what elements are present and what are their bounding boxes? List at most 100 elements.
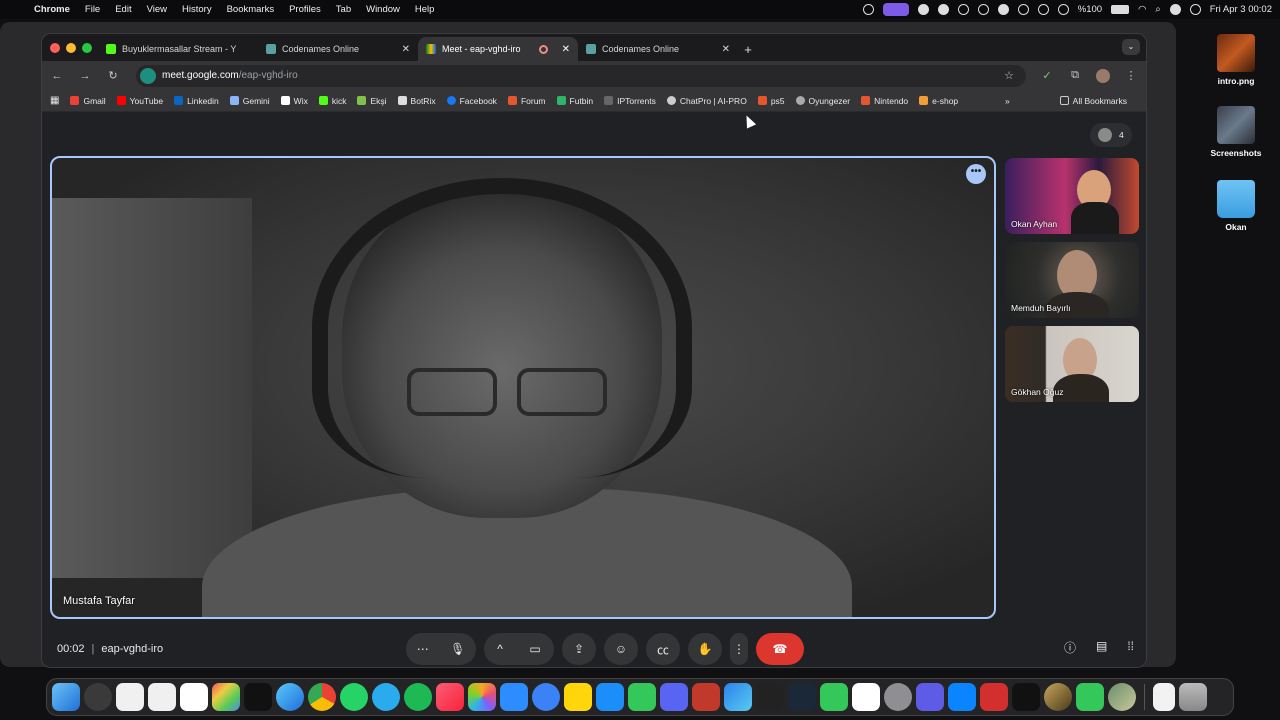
camera-control[interactable]: ^ ▭: [484, 633, 554, 665]
profile-avatar[interactable]: [1096, 68, 1110, 83]
close-tab-icon[interactable]: ✕: [402, 44, 410, 55]
telegram-tray-icon[interactable]: [937, 4, 949, 15]
bookmark-forum[interactable]: Forum: [507, 96, 546, 106]
bookmark-youtube[interactable]: YouTube: [116, 96, 163, 106]
menu-history[interactable]: History: [182, 4, 212, 15]
minimize-window-button[interactable]: [66, 43, 76, 53]
notes-icon[interactable]: [564, 683, 592, 711]
tray-app-icon[interactable]: [957, 4, 969, 15]
reactions-button[interactable]: ☺: [604, 633, 638, 665]
dock-app-icon[interactable]: [756, 683, 784, 711]
bookmark-ps5[interactable]: ps5: [757, 96, 785, 106]
tab-stream[interactable]: Buyuklermasallar Stream - Y: [98, 37, 258, 61]
dock-app-icon[interactable]: [532, 683, 560, 711]
forward-icon[interactable]: →: [78, 69, 92, 83]
bookmark-facebook[interactable]: Facebook: [446, 96, 497, 106]
steam-icon[interactable]: [788, 683, 816, 711]
league-icon[interactable]: [1044, 683, 1072, 711]
bookmark-wix[interactable]: Wix: [280, 96, 308, 106]
close-tab-icon[interactable]: ✕: [562, 44, 570, 55]
tray-app-icon[interactable]: [917, 4, 929, 15]
discord-icon[interactable]: [660, 683, 688, 711]
telegram-icon[interactable]: [372, 683, 400, 711]
siri-icon[interactable]: [1169, 4, 1181, 15]
safari-icon[interactable]: [276, 683, 304, 711]
trash-icon[interactable]: [1179, 683, 1207, 711]
tab-search-button[interactable]: ⌄: [1122, 39, 1140, 55]
dock-app-icon[interactable]: [84, 683, 112, 711]
dock-document-icon[interactable]: [1153, 683, 1175, 711]
tab-codenames-1[interactable]: Codenames Online ✕: [258, 37, 418, 61]
tray-app-icon[interactable]: [977, 4, 989, 15]
site-info-icon[interactable]: [140, 67, 156, 84]
more-options-button[interactable]: ⋮: [730, 633, 748, 665]
phone-icon[interactable]: [1076, 683, 1104, 711]
reload-icon[interactable]: ↻: [106, 69, 120, 83]
system-settings-icon[interactable]: [884, 683, 912, 711]
photos-icon[interactable]: [468, 683, 496, 711]
facetime-icon[interactable]: [820, 683, 848, 711]
participant-tile[interactable]: Gökhan Oğuz: [1005, 326, 1139, 402]
tray-app-icon[interactable]: [862, 4, 874, 15]
meeting-details-icon[interactable]: ⓘ: [1064, 639, 1076, 656]
present-screen-button[interactable]: ⇪: [562, 633, 596, 665]
music-icon[interactable]: [436, 683, 464, 711]
battery-percent[interactable]: %100: [1078, 4, 1102, 15]
dock-app-icon[interactable]: [1108, 683, 1136, 711]
participant-tile[interactable]: Okan Ayhan: [1005, 158, 1139, 234]
zoom-icon[interactable]: [500, 683, 528, 711]
screen-share-indicator-icon[interactable]: [882, 3, 909, 16]
new-tab-button[interactable]: +: [738, 37, 758, 61]
bookmark-eksi[interactable]: Ekşi: [357, 96, 387, 106]
menu-help[interactable]: Help: [415, 4, 435, 15]
chrome-icon[interactable]: [308, 683, 336, 711]
control-center-icon[interactable]: [1189, 4, 1201, 15]
chatgpt-icon[interactable]: [244, 683, 272, 711]
dock-app-icon[interactable]: [724, 683, 752, 711]
yandex-icon[interactable]: [148, 683, 176, 711]
tile-more-options-icon[interactable]: •••: [966, 164, 986, 184]
desktop-icon-screenshots[interactable]: Screenshots: [1201, 106, 1271, 158]
menu-file[interactable]: File: [85, 4, 100, 15]
chat-icon[interactable]: ▤: [1096, 639, 1107, 656]
bookmark-chatpro[interactable]: ChatPro | AI-PRO: [666, 96, 747, 106]
more-audio-options-icon[interactable]: ⋯: [417, 642, 429, 656]
finder-icon[interactable]: [52, 683, 80, 711]
desktop-icon-intro[interactable]: intro.png: [1201, 34, 1271, 86]
wifi-icon[interactable]: ◠: [1138, 4, 1146, 15]
microphone-icon[interactable]: 🎙: [450, 642, 465, 656]
yandex-icon[interactable]: [116, 683, 144, 711]
moon-icon[interactable]: [997, 4, 1009, 15]
bookmark-gmail[interactable]: Gmail: [70, 96, 106, 106]
address-bar[interactable]: meet.google.com /eap-vghd-iro ☆: [136, 64, 1026, 87]
bookmark-botrix[interactable]: BotRix: [397, 96, 436, 106]
microphone-control[interactable]: ⋯ 🎙: [406, 633, 476, 665]
capcut-icon[interactable]: [1012, 683, 1040, 711]
close-window-button[interactable]: [50, 43, 60, 53]
datetime[interactable]: Fri Apr 3 00:02: [1210, 4, 1272, 15]
all-bookmarks-button[interactable]: All Bookmarks: [1059, 96, 1127, 106]
activities-grid-icon[interactable]: ⁞⁞: [1127, 639, 1134, 656]
back-icon[interactable]: ←: [50, 69, 64, 83]
chrome-menu-icon[interactable]: ⋮: [1124, 69, 1138, 83]
bookmarks-overflow-icon[interactable]: »: [1005, 96, 1010, 106]
menu-app-name[interactable]: Chrome: [34, 4, 70, 15]
zoom-window-button[interactable]: [82, 43, 92, 53]
leave-call-button[interactable]: ☎: [756, 633, 804, 665]
apps-grid-icon[interactable]: ▦: [50, 95, 59, 106]
app-store-icon[interactable]: [596, 683, 624, 711]
bookmark-eshop[interactable]: e-shop: [919, 96, 958, 106]
dock-app-icon[interactable]: [980, 683, 1008, 711]
participants-button[interactable]: 4: [1090, 123, 1132, 147]
chevron-up-icon[interactable]: ^: [497, 642, 503, 656]
menu-profiles[interactable]: Profiles: [289, 4, 321, 15]
messages-icon[interactable]: [628, 683, 656, 711]
menu-bookmarks[interactable]: Bookmarks: [227, 4, 275, 15]
search-icon[interactable]: ⌕: [1155, 4, 1160, 15]
extension-icon[interactable]: ✓: [1040, 69, 1054, 83]
launchpad-icon[interactable]: [212, 683, 240, 711]
bookmark-futbin[interactable]: Futbin: [556, 96, 593, 106]
spotify-icon[interactable]: [404, 683, 432, 711]
menu-edit[interactable]: Edit: [115, 4, 131, 15]
menu-window[interactable]: Window: [366, 4, 400, 15]
